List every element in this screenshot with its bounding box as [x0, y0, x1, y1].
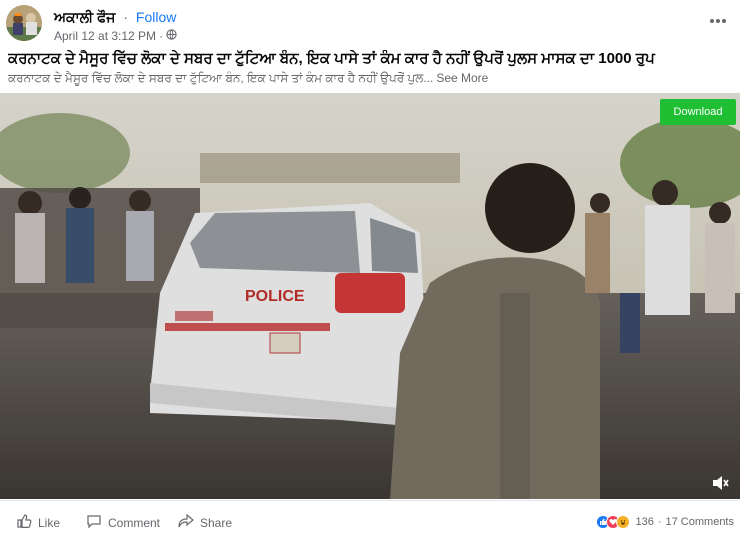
follow-button[interactable]: Follow	[136, 9, 176, 25]
download-button[interactable]: Download	[660, 99, 736, 125]
author-line: ਅਕਾਲੀ ਫੌਜ · Follow	[54, 9, 176, 26]
post-timestamp[interactable]: April 12 at 3:12 PM	[54, 29, 156, 43]
reactions-summary[interactable]: 136 · 17 Comments	[596, 515, 734, 529]
share-label: Share	[200, 515, 233, 530]
author-name[interactable]: ਅਕਾਲੀ ਫੌਜ	[54, 9, 115, 25]
reaction-separator: ·	[657, 516, 662, 528]
see-more-link[interactable]: See More	[436, 71, 488, 85]
video-player[interactable]: POLICE Download	[0, 93, 740, 499]
thumbs-up-icon	[16, 513, 32, 532]
globe-icon	[166, 29, 177, 43]
share-button[interactable]: Share	[178, 513, 232, 532]
avatar-image	[6, 5, 42, 41]
more-horizontal-icon	[709, 11, 727, 29]
comment-button[interactable]: Comment	[86, 513, 160, 532]
comment-label: Comment	[108, 515, 161, 530]
video-frame: POLICE	[0, 93, 740, 499]
reaction-count: 136	[635, 516, 654, 528]
post-footer: Like Comment Share 136 · 17 Comments	[0, 500, 740, 541]
share-arrow-icon	[178, 513, 194, 532]
author-separator: ·	[123, 9, 129, 25]
post-header: ਅਕਾਲੀ ਫੌਜ · Follow April 12 at 3:12 PM ·	[0, 0, 740, 46]
haha-reaction-icon	[616, 515, 631, 529]
avatar[interactable]	[6, 5, 42, 41]
more-options-button[interactable]	[706, 8, 730, 32]
post-meta: April 12 at 3:12 PM ·	[54, 29, 177, 43]
volume-icon	[710, 476, 730, 496]
post-body-text: ਕਰਨਾਟਕ ਦੇ ਮੈਸੂਰ ਵਿੱਚ ਲੋਕਾ ਦੇ ਸਬਰ ਦਾ ਟੁੱਟ…	[8, 71, 434, 85]
volume-button[interactable]	[710, 474, 734, 494]
facebook-video-post: ਅਕਾਲੀ ਫੌਜ · Follow April 12 at 3:12 PM ·	[0, 0, 740, 540]
like-label: Like	[38, 515, 61, 530]
post-title: ਕਰਨਾਟਕ ਦੇ ਮੈਸੂਰ ਵਿੱਚ ਲੋਕਾ ਦੇ ਸਬਰ ਦਾ ਟੁੱਟ…	[8, 50, 655, 67]
post-text: ਕਰਨਾਟਕ ਦੇ ਮੈਸੂਰ ਵਿੱਚ ਲੋਕਾ ਦੇ ਸਬਰ ਦਾ ਟੁੱਟ…	[8, 71, 733, 86]
like-button[interactable]: Like	[16, 513, 60, 532]
meta-separator: ·	[159, 29, 164, 43]
comments-count-link[interactable]: 17 Comments	[666, 516, 734, 528]
comment-icon	[86, 513, 102, 532]
